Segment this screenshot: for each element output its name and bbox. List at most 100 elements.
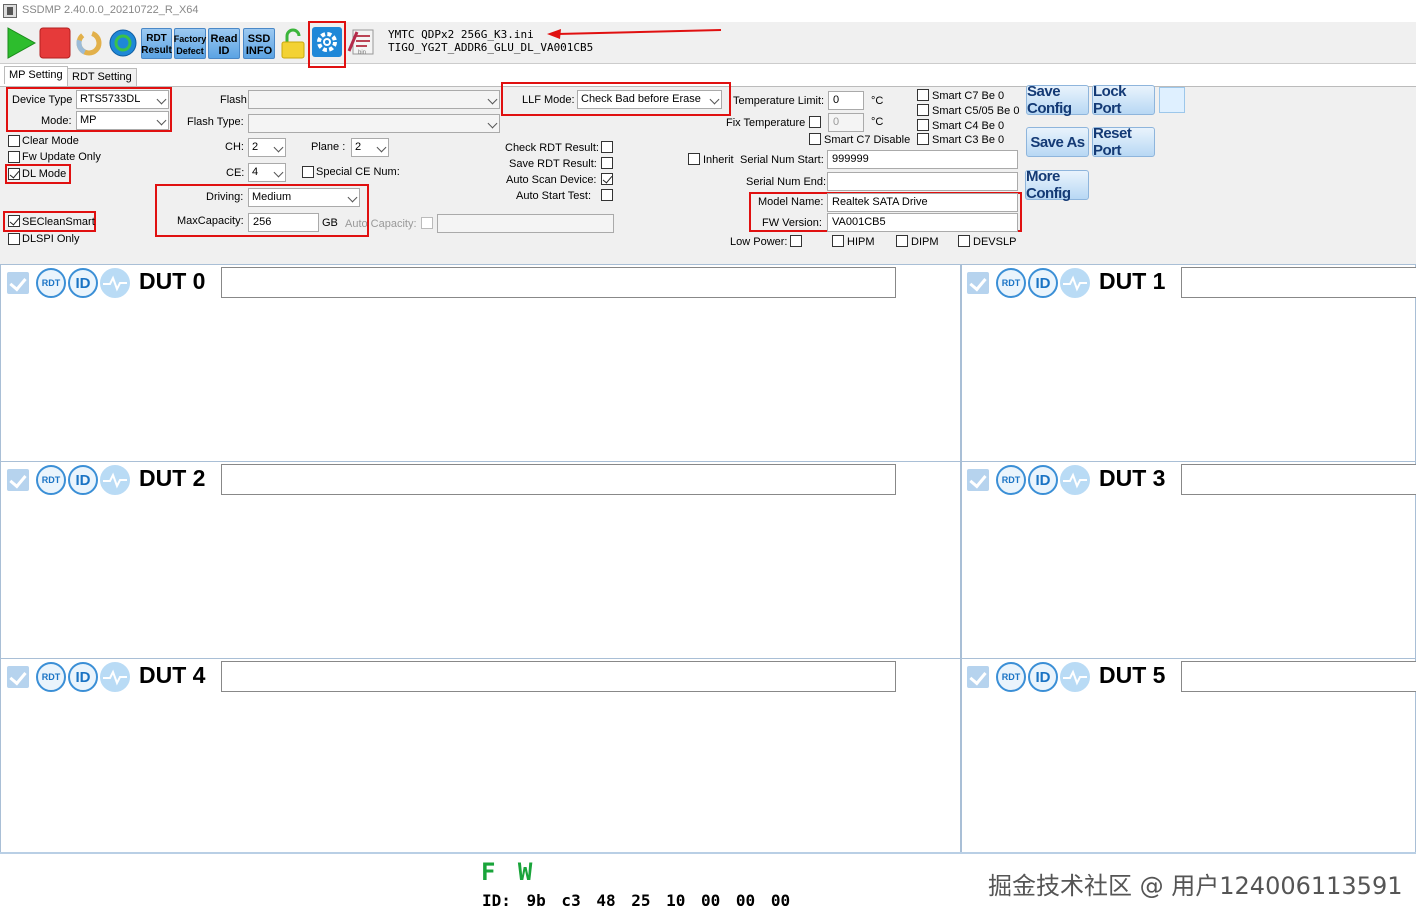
title-bar: SSDMP 2.40.0.0_20210722_R_X64 bbox=[0, 0, 1416, 22]
tab-mp-setting[interactable]: MP Setting bbox=[4, 66, 68, 84]
auto-scan-checkbox[interactable] bbox=[601, 173, 613, 185]
tab-rdt-setting[interactable]: RDT Setting bbox=[67, 68, 137, 86]
recycle-button[interactable] bbox=[107, 27, 139, 59]
ssd-info-button[interactable]: SSD INFO bbox=[243, 28, 275, 59]
rdt-result-line2: Result bbox=[141, 44, 172, 56]
rdt-icon[interactable]: RDT bbox=[36, 662, 66, 692]
save-rdt-checkbox[interactable] bbox=[601, 157, 613, 169]
id-icon[interactable]: ID bbox=[68, 465, 98, 495]
waveform-icon[interactable] bbox=[100, 268, 130, 298]
rdt-icon[interactable]: RDT bbox=[36, 268, 66, 298]
fw-version-input[interactable]: VA001CB5 bbox=[827, 213, 1018, 232]
id-icon[interactable]: ID bbox=[1028, 662, 1058, 692]
rdt-icon[interactable]: RDT bbox=[996, 268, 1026, 298]
waveform-icon[interactable] bbox=[100, 662, 130, 692]
play-icon bbox=[7, 27, 36, 59]
waveform-icon[interactable] bbox=[1060, 662, 1090, 692]
special-ce-checkbox[interactable] bbox=[302, 166, 314, 178]
serial-start-input[interactable]: 999999 bbox=[827, 150, 1018, 169]
auto-start-checkbox[interactable] bbox=[601, 189, 613, 201]
gear-icon bbox=[312, 27, 342, 57]
dl-mode-checkbox[interactable] bbox=[8, 168, 20, 180]
rdt-icon[interactable]: RDT bbox=[996, 662, 1026, 692]
waveform-icon[interactable] bbox=[1060, 465, 1090, 495]
stop-button[interactable] bbox=[39, 27, 71, 59]
temperature-limit-input[interactable]: 0 bbox=[828, 91, 864, 110]
flash-select[interactable] bbox=[248, 90, 500, 109]
lock-port-button[interactable]: Lock Port bbox=[1092, 83, 1155, 117]
auto-capacity-checkbox[interactable] bbox=[421, 217, 433, 229]
stop-icon bbox=[39, 27, 71, 59]
secleansmart-checkbox[interactable] bbox=[8, 215, 20, 227]
factory-defect-line1: Factory bbox=[173, 33, 207, 44]
smart-c3-be0-checkbox[interactable] bbox=[917, 133, 929, 145]
flash-type-select[interactable] bbox=[248, 114, 500, 133]
fix-temperature-input[interactable]: 0 bbox=[828, 113, 864, 132]
id-icon[interactable]: ID bbox=[68, 662, 98, 692]
dipm-checkbox[interactable] bbox=[896, 235, 908, 247]
checkbox-icon[interactable] bbox=[7, 666, 29, 688]
id-icon[interactable]: ID bbox=[1028, 268, 1058, 298]
devslp-checkbox[interactable] bbox=[958, 235, 970, 247]
low-power-checkbox[interactable] bbox=[790, 235, 802, 247]
start-button[interactable] bbox=[5, 27, 37, 59]
smart-c5-be0-checkbox[interactable] bbox=[917, 104, 929, 116]
save-as-button[interactable]: Save As bbox=[1026, 127, 1089, 157]
read-id-button[interactable]: Read ID bbox=[208, 28, 240, 59]
smart-c7-disable-checkbox[interactable] bbox=[809, 133, 821, 145]
hipm-checkbox[interactable] bbox=[832, 235, 844, 247]
more-config-button[interactable]: More Config bbox=[1025, 168, 1089, 202]
auto-start-label: Auto Start Test: bbox=[516, 190, 592, 202]
fix-temperature-unit: °C bbox=[871, 116, 884, 128]
rdt-icon[interactable]: RDT bbox=[36, 465, 66, 495]
waveform-icon[interactable] bbox=[100, 465, 130, 495]
device-type-select[interactable]: RTS5733DL bbox=[76, 90, 169, 109]
mode-select[interactable]: MP bbox=[76, 111, 169, 130]
ce-select[interactable]: 4 bbox=[248, 163, 286, 182]
ce-label: CE: bbox=[226, 167, 245, 179]
dlspi-only-checkbox[interactable] bbox=[8, 233, 20, 245]
plane-select[interactable]: 2 bbox=[351, 138, 389, 157]
fw-update-only-checkbox[interactable] bbox=[8, 151, 20, 163]
clear-mode-checkbox[interactable] bbox=[8, 135, 20, 147]
model-name-label: Model Name: bbox=[758, 196, 824, 208]
id-icon-label: ID bbox=[1035, 471, 1051, 489]
inherit-checkbox[interactable] bbox=[688, 153, 700, 165]
settings-button[interactable] bbox=[311, 26, 343, 58]
reset-port-button[interactable]: Reset Port bbox=[1092, 125, 1155, 159]
checkbox-icon[interactable] bbox=[7, 272, 29, 294]
dut-title: DUT 1 bbox=[1099, 268, 1166, 294]
checkbox-icon[interactable] bbox=[7, 469, 29, 491]
maxcapacity-input[interactable]: 256 bbox=[248, 213, 319, 232]
checkbox-icon[interactable] bbox=[967, 666, 989, 688]
smart-c4-be0-checkbox[interactable] bbox=[917, 119, 929, 131]
checkbox-icon[interactable] bbox=[967, 272, 989, 294]
fix-temperature-checkbox[interactable] bbox=[809, 116, 821, 128]
id-icon[interactable]: ID bbox=[1028, 465, 1058, 495]
rdt-icon[interactable]: RDT bbox=[996, 465, 1026, 495]
heartbeat-icon bbox=[103, 472, 127, 489]
auto-capacity-input[interactable] bbox=[437, 214, 614, 233]
check-rdt-checkbox[interactable] bbox=[601, 141, 613, 153]
bin-button[interactable]: bin bbox=[346, 27, 378, 59]
mode-value: MP bbox=[80, 114, 97, 126]
waveform-icon[interactable] bbox=[1060, 268, 1090, 298]
ch-select[interactable]: 2 bbox=[248, 138, 286, 157]
model-name-input[interactable]: Realtek SATA Drive bbox=[827, 193, 1018, 212]
unlock-button[interactable] bbox=[277, 27, 309, 59]
checkbox-icon[interactable] bbox=[967, 469, 989, 491]
save-config-button[interactable]: Save Config bbox=[1026, 83, 1089, 117]
llf-mode-select[interactable]: Check Bad before Erase bbox=[577, 90, 722, 109]
dut-progress-bar bbox=[1181, 267, 1416, 298]
id-icon[interactable]: ID bbox=[68, 268, 98, 298]
factory-defect-button[interactable]: Factory Defect bbox=[174, 28, 206, 59]
driving-select[interactable]: Medium bbox=[248, 188, 360, 207]
rdt-icon-label: RDT bbox=[41, 475, 61, 485]
serial-end-input[interactable] bbox=[827, 172, 1018, 191]
smart-c7-be0-label: Smart C7 Be 0 bbox=[932, 90, 1005, 102]
heartbeat-icon bbox=[1063, 669, 1087, 686]
rdt-result-button[interactable]: RDT Result bbox=[141, 28, 172, 59]
smart-c7-be0-checkbox[interactable] bbox=[917, 89, 929, 101]
dut-panel-3: RDT ID DUT 3 bbox=[961, 461, 1416, 659]
refresh-button[interactable] bbox=[73, 27, 105, 59]
